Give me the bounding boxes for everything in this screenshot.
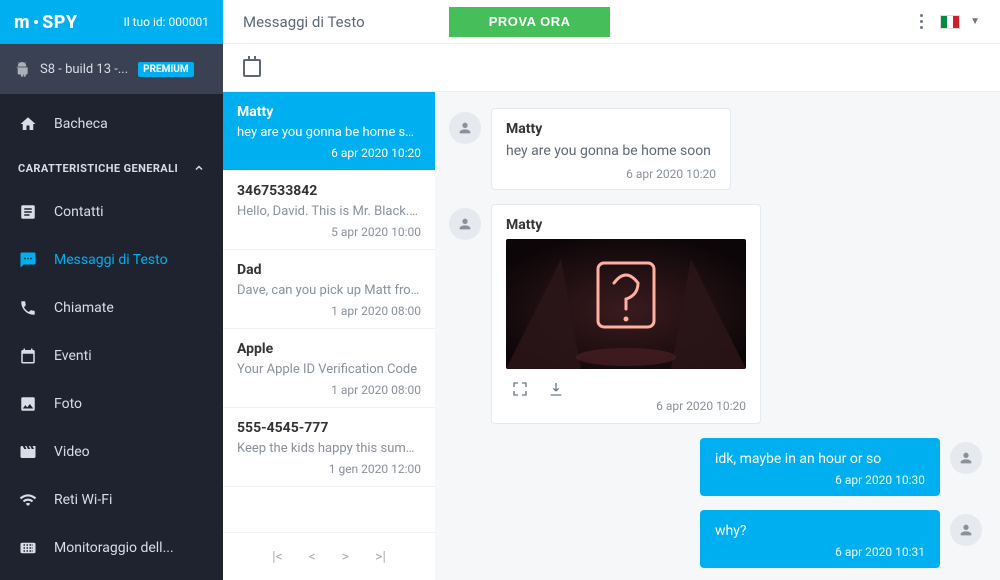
user-id: Il tuo id: 000001 xyxy=(123,15,209,29)
conversation-item[interactable]: Dad Dave, can you pick up Matt from scho… xyxy=(223,250,435,329)
calendar-filter-button[interactable] xyxy=(243,59,261,77)
message-row-sent: why? 6 apr 2020 10:31 xyxy=(449,510,982,568)
avatar-icon xyxy=(449,208,481,240)
pager-next[interactable]: > xyxy=(342,549,349,565)
try-now-button[interactable]: PROVA ORA xyxy=(449,7,611,37)
message-icon xyxy=(18,250,38,270)
contacts-icon xyxy=(18,202,38,222)
pager-first[interactable]: |< xyxy=(272,549,283,565)
toolbar xyxy=(223,44,1000,92)
chevron-up-icon xyxy=(193,162,205,174)
message-row-received: Matty xyxy=(449,204,982,424)
conversation-list: Matty hey are you gonna be home soon 6 a… xyxy=(223,92,435,580)
sidebar-item-contacts[interactable]: Contatti xyxy=(0,188,223,236)
mms-image[interactable] xyxy=(506,239,746,369)
wifi-icon xyxy=(18,490,38,510)
message-row-received: Matty hey are you gonna be home soon 6 a… xyxy=(449,108,982,190)
android-icon xyxy=(14,61,30,77)
pager-prev[interactable]: < xyxy=(309,549,316,565)
conversation-item[interactable]: 555-4545-777 Keep the kids happy this su… xyxy=(223,408,435,487)
more-menu-button[interactable] xyxy=(912,13,930,31)
video-icon xyxy=(18,442,38,462)
sidebar-header: mSPY Il tuo id: 000001 xyxy=(0,0,223,44)
sidebar: mSPY Il tuo id: 000001 S8 - build 13 -..… xyxy=(0,0,223,580)
sidebar-item-keylogger[interactable]: Key Logger xyxy=(0,572,223,580)
messages-pane[interactable]: Matty hey are you gonna be home soon 6 a… xyxy=(435,92,1000,580)
sidebar-item-monitoring[interactable]: Monitoraggio dell... xyxy=(0,524,223,572)
premium-badge: PREMIUM xyxy=(138,62,194,77)
pagination: |< < > >| xyxy=(223,532,435,580)
message-bubble: idk, maybe in an hour or so 6 apr 2020 1… xyxy=(700,438,940,496)
main: Messaggi di Testo PROVA ORA ▼ Matty hey … xyxy=(223,0,1000,580)
brand-logo: mSPY xyxy=(14,12,78,33)
sidebar-section-general[interactable]: CARATTERISTICHE GENERALI xyxy=(0,148,223,188)
image-actions xyxy=(506,379,746,399)
flag-italy-icon[interactable] xyxy=(940,15,960,29)
home-icon xyxy=(18,114,38,134)
topbar: Messaggi di Testo PROVA ORA ▼ xyxy=(223,0,1000,44)
sidebar-item-photos[interactable]: Foto xyxy=(0,380,223,428)
conversation-item[interactable]: Apple Your Apple ID Verification Code 1 … xyxy=(223,329,435,408)
sidebar-nav: Bacheca CARATTERISTICHE GENERALI Contatt… xyxy=(0,94,223,580)
image-icon xyxy=(18,394,38,414)
message-bubble: Matty xyxy=(491,204,761,424)
message-row-sent: idk, maybe in an hour or so 6 apr 2020 1… xyxy=(449,438,982,496)
language-dropdown-caret[interactable]: ▼ xyxy=(970,16,980,27)
avatar-icon xyxy=(950,442,982,474)
keyboard-icon xyxy=(18,538,38,558)
avatar-icon xyxy=(449,112,481,144)
sidebar-item-videos[interactable]: Video xyxy=(0,428,223,476)
message-bubble: why? 6 apr 2020 10:31 xyxy=(700,510,940,568)
content: Matty hey are you gonna be home soon 6 a… xyxy=(223,92,1000,580)
device-name: S8 - build 13 -... xyxy=(40,62,128,77)
sidebar-item-events[interactable]: Eventi xyxy=(0,332,223,380)
page-title: Messaggi di Testo xyxy=(243,13,365,31)
expand-icon[interactable] xyxy=(512,381,530,399)
sidebar-item-dashboard[interactable]: Bacheca xyxy=(0,100,223,148)
sidebar-item-calls[interactable]: Chiamate xyxy=(0,284,223,332)
message-bubble: Matty hey are you gonna be home soon 6 a… xyxy=(491,108,731,190)
calendar-icon xyxy=(18,346,38,366)
phone-icon xyxy=(18,298,38,318)
device-selector[interactable]: S8 - build 13 -... PREMIUM xyxy=(0,44,223,94)
sidebar-item-sms[interactable]: Messaggi di Testo xyxy=(0,236,223,284)
pager-last[interactable]: >| xyxy=(375,549,386,565)
conversation-item[interactable]: Matty hey are you gonna be home soon 6 a… xyxy=(223,92,435,171)
download-icon[interactable] xyxy=(548,381,566,399)
conversation-item[interactable]: 3467533842 Hello, David. This is Mr. Bla… xyxy=(223,171,435,250)
avatar-icon xyxy=(950,514,982,546)
sidebar-item-wifi[interactable]: Reti Wi-Fi xyxy=(0,476,223,524)
